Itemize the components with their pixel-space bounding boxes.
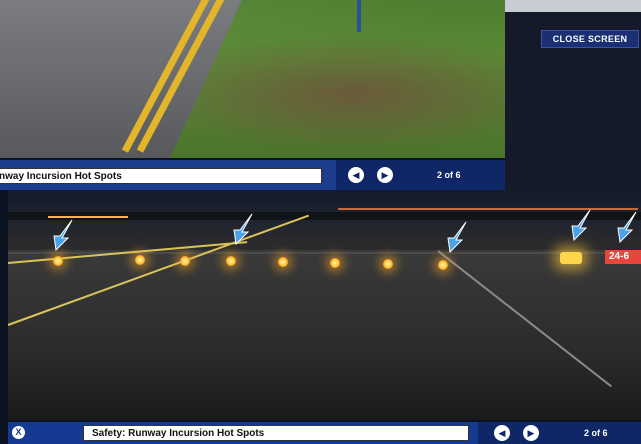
- stop-bar-light: [438, 260, 448, 270]
- stop-bar-light: [53, 256, 63, 266]
- runway-sign: 24-6: [605, 250, 641, 264]
- slide-caption: nway Incursion Hot Spots: [0, 168, 322, 184]
- pointer-arrow-icon: [447, 221, 467, 254]
- stop-bar-light: [135, 255, 145, 265]
- back-window: CLOSE SCREEN nway Incursion Hot Spots ◀ …: [0, 0, 641, 190]
- guard-light: [560, 252, 582, 264]
- stop-bar-light: [278, 257, 288, 267]
- stop-bar-light: [226, 256, 236, 266]
- pointer-arrow-icon: [233, 213, 253, 246]
- close-icon[interactable]: X: [12, 426, 25, 439]
- taxiway-photo: [0, 0, 505, 158]
- slide-caption: Safety: Runway Incursion Hot Spots: [83, 425, 469, 441]
- stop-bar-light: [330, 258, 340, 268]
- stop-bar-light: [383, 259, 393, 269]
- slide-navigation: ◀ ▶ 2 of 6: [478, 422, 641, 444]
- prev-arrow-icon[interactable]: ◀: [348, 167, 364, 183]
- stop-bar-light: [180, 256, 190, 266]
- sign-post: [357, 0, 361, 32]
- pointer-arrow-icon: [617, 211, 637, 244]
- next-arrow-icon[interactable]: ▶: [523, 425, 539, 441]
- night-runway-photo: 24-6: [8, 190, 641, 420]
- page-indicator: 2 of 6: [437, 170, 461, 180]
- pointer-arrow-icon: [571, 209, 591, 242]
- next-arrow-icon[interactable]: ▶: [377, 167, 393, 183]
- side-panel: [505, 0, 641, 190]
- pointer-arrow-icon: [53, 219, 73, 252]
- close-screen-button[interactable]: CLOSE SCREEN: [541, 30, 639, 48]
- side-panel-strip: [505, 0, 641, 12]
- front-window: 24-6 X Safety: Runway Incursion Hot Spot…: [8, 190, 641, 444]
- page-indicator: 2 of 6: [584, 428, 608, 438]
- prev-arrow-icon[interactable]: ◀: [494, 425, 510, 441]
- caption-bar: X Safety: Runway Incursion Hot Spots ◀ ▶…: [8, 422, 641, 444]
- slide-navigation: ◀ ▶ 2 of 6: [336, 160, 505, 190]
